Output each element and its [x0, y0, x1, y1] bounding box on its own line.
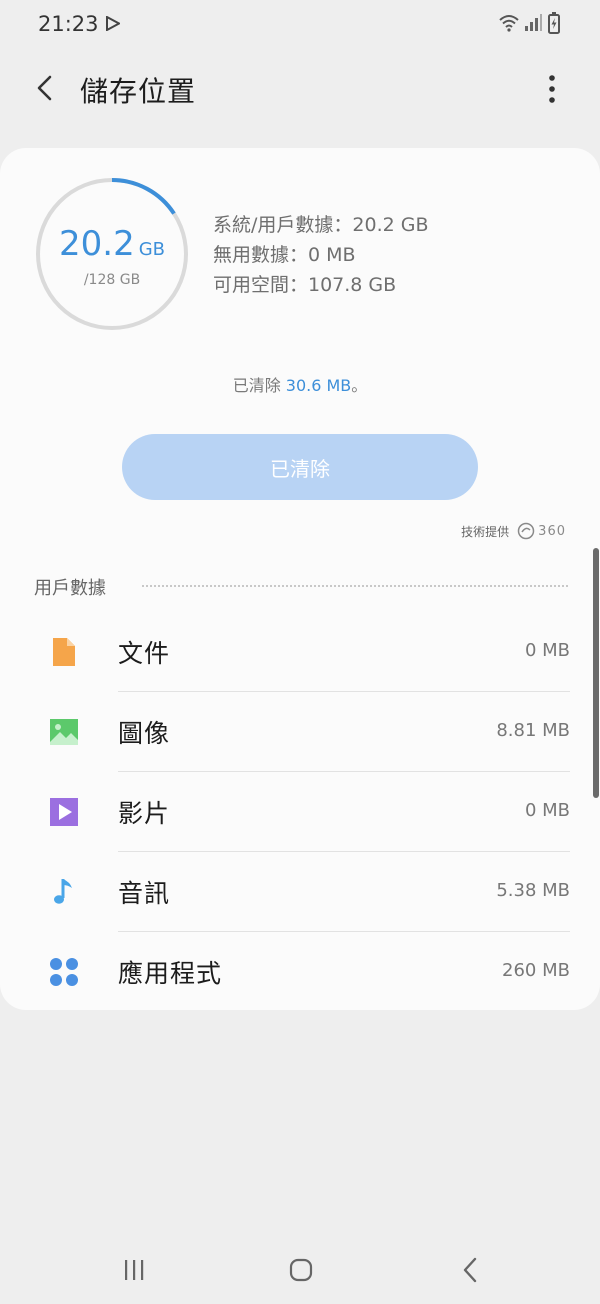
- item-label: 應用程式: [118, 959, 223, 988]
- music-note-icon: [54, 879, 72, 904]
- apps-icon: [50, 958, 78, 986]
- user-data-section-header: 用戶數據: [34, 572, 568, 600]
- navigation-bar: [0, 1238, 600, 1304]
- item-label: 音訊: [118, 879, 171, 908]
- stat-junk-data: 無用數據：0 MB: [213, 244, 356, 266]
- total-storage: /128 GB: [83, 272, 141, 288]
- powered-by-label: 技術提供: [461, 524, 510, 539]
- wifi-icon: [499, 15, 519, 32]
- status-time: 21:23: [38, 12, 99, 36]
- used-unit: GB: [138, 239, 165, 260]
- 360-logo: 360: [517, 522, 566, 540]
- section-title: 用戶數據: [34, 578, 106, 599]
- 360-logo-text: 360: [538, 523, 566, 539]
- item-size: 5.38 MB: [496, 880, 570, 901]
- item-label: 圖像: [118, 719, 171, 748]
- list-item-apps[interactable]: 應用程式 260 MB: [0, 932, 600, 1012]
- item-label: 文件: [118, 639, 171, 668]
- status-bar: 21:23: [0, 0, 600, 48]
- scrollbar[interactable]: [593, 548, 599, 798]
- storage-stats: 系統/用戶數據：20.2 GB 無用數據：0 MB 可用空間：107.8 GB: [213, 210, 429, 300]
- used-value: 20.2: [59, 224, 135, 264]
- item-size: 0 MB: [524, 640, 570, 661]
- app-header: 儲存位置: [0, 58, 600, 120]
- play-store-icon: [106, 16, 120, 31]
- stat-system-user-data: 系統/用戶數據：20.2 GB: [213, 214, 429, 236]
- cleared-amount: 30.6 MB: [285, 376, 352, 395]
- 360-logo-icon: [517, 522, 535, 540]
- signal-icon: [525, 14, 542, 31]
- list-item-audio[interactable]: 音訊 5.38 MB: [0, 852, 600, 932]
- page-title: 儲存位置: [80, 75, 197, 108]
- used-storage: 20.2 GB: [34, 224, 190, 264]
- video-icon: [50, 798, 78, 826]
- back-icon[interactable]: [458, 1256, 482, 1284]
- item-size: 260 MB: [502, 960, 570, 981]
- cleared-prefix: 已清除: [232, 376, 286, 395]
- home-icon[interactable]: [289, 1258, 313, 1282]
- powered-by: 技術提供 360: [461, 522, 566, 540]
- user-data-list: 文件 0 MB 圖像 8.81 MB 影片 0 MB 音訊 5.38 MB 應用…: [0, 612, 600, 1012]
- list-item-images[interactable]: 圖像 8.81 MB: [0, 692, 600, 772]
- image-icon: [50, 719, 78, 745]
- item-size: 8.81 MB: [496, 720, 570, 741]
- list-item-videos[interactable]: 影片 0 MB: [0, 772, 600, 852]
- back-button[interactable]: [30, 72, 62, 104]
- item-label: 影片: [118, 799, 171, 828]
- more-options-button[interactable]: [540, 72, 564, 106]
- battery-icon: [548, 12, 560, 34]
- list-item-documents[interactable]: 文件 0 MB: [0, 612, 600, 692]
- document-icon: [53, 638, 75, 666]
- section-divider: [142, 585, 568, 587]
- cleared-message: 已清除 30.6 MB。: [0, 372, 600, 396]
- cleared-suffix: 。: [351, 376, 368, 395]
- item-size: 0 MB: [524, 800, 570, 821]
- clean-button[interactable]: 已清除: [122, 434, 478, 500]
- storage-card: 20.2 GB /128 GB 系統/用戶數據：20.2 GB 無用數據：0 MB…: [0, 148, 600, 1010]
- recent-apps-icon[interactable]: [122, 1258, 146, 1282]
- stat-free-space: 可用空間：107.8 GB: [213, 274, 397, 296]
